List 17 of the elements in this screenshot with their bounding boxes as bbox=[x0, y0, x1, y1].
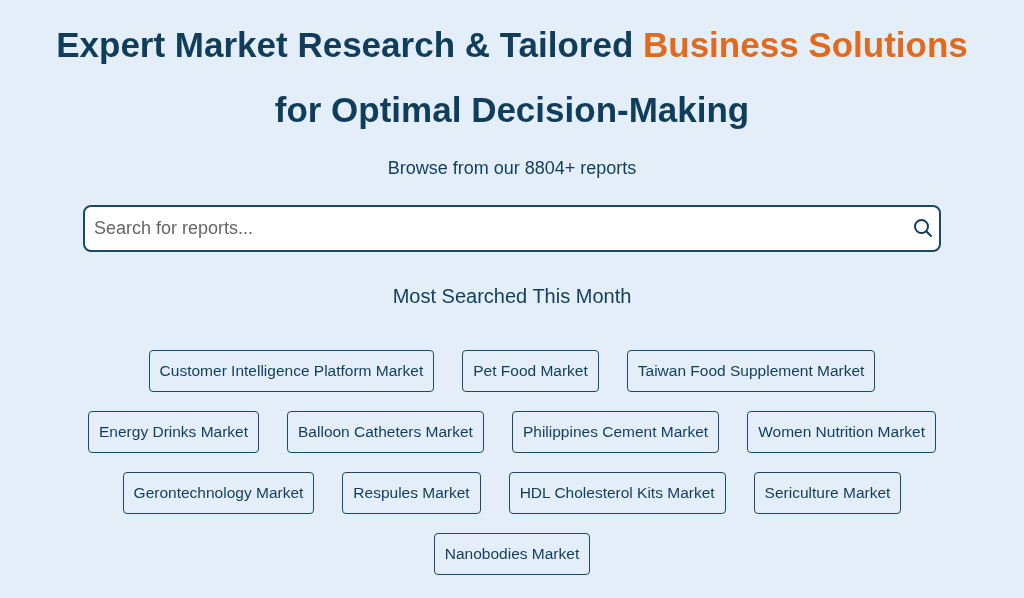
search-icon[interactable] bbox=[913, 218, 933, 238]
tag-link[interactable]: Nanobodies Market bbox=[433, 533, 591, 575]
tag-link[interactable]: Sericulture Market bbox=[753, 472, 902, 514]
tag-link[interactable]: Women Nutrition Market bbox=[747, 411, 936, 453]
tag-link[interactable]: HDL Cholesterol Kits Market bbox=[508, 472, 726, 514]
tag-link[interactable]: Gerontechnology Market bbox=[122, 472, 315, 514]
page-heading: Expert Market Research & Tailored Business Solutions for Optimal Decision-Making bbox=[56, 24, 968, 131]
tag-link[interactable]: Taiwan Food Supplement Market bbox=[626, 350, 876, 392]
tag-link[interactable]: Pet Food Market bbox=[462, 350, 599, 392]
tag-link[interactable]: Customer Intelligence Platform Market bbox=[148, 350, 435, 392]
tag-link[interactable]: Philippines Cement Market bbox=[511, 411, 720, 453]
tag-link[interactable]: Energy Drinks Market bbox=[88, 411, 260, 453]
tag-link[interactable]: Respules Market bbox=[342, 472, 481, 514]
search-field[interactable]: Search for reports... bbox=[83, 205, 941, 252]
subtitle: Browse from our 8804+ reports bbox=[387, 158, 637, 179]
tag-link[interactable]: Balloon Catheters Market bbox=[287, 411, 484, 453]
section-title: Most Searched This Month bbox=[392, 285, 632, 308]
